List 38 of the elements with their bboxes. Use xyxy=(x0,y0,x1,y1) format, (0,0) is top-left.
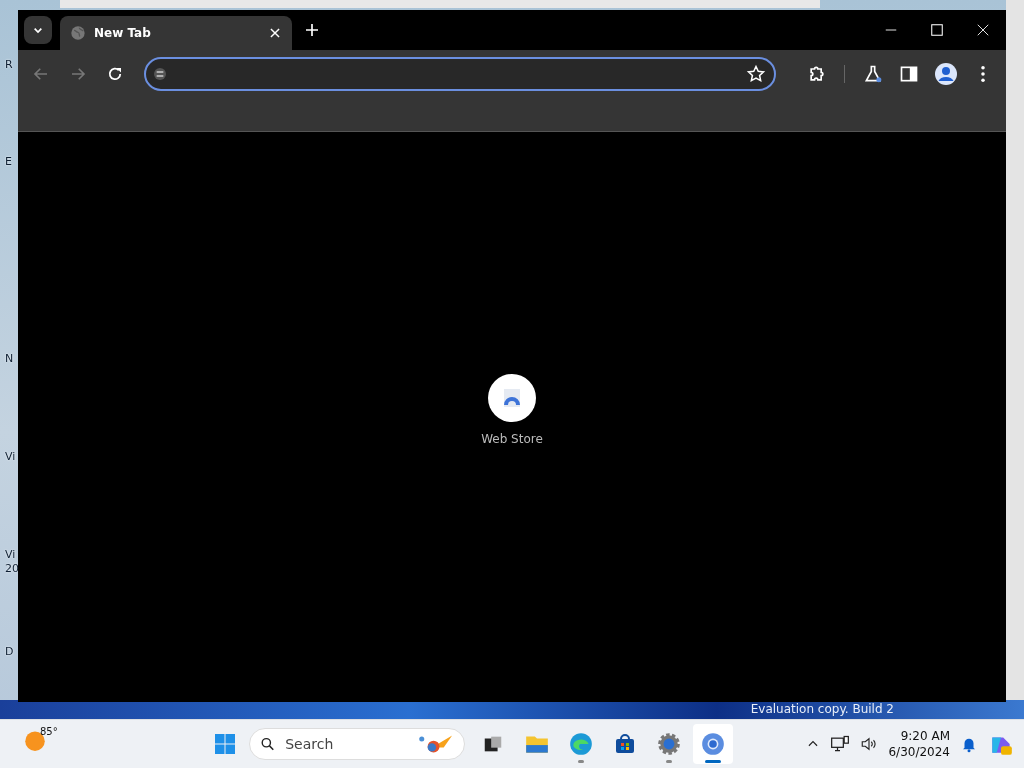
more-icon xyxy=(980,66,985,82)
maximize-icon xyxy=(930,23,944,37)
site-info-icon[interactable] xyxy=(152,66,169,82)
search-icon xyxy=(260,735,276,753)
plus-icon xyxy=(304,22,320,38)
desktop-icon-label: R xyxy=(5,58,14,71)
browser-icon[interactable] xyxy=(700,731,726,757)
avatar-icon xyxy=(933,62,958,86)
volume-icon[interactable] xyxy=(860,735,879,753)
desktop-icon-label: D xyxy=(5,645,15,658)
desktop-icon-label: Vi xyxy=(5,450,17,463)
clock-date[interactable]: 6/30/2024 xyxy=(888,744,950,760)
clock-time[interactable]: 9:20 AM xyxy=(900,728,950,744)
tab-search-button[interactable] xyxy=(24,16,52,44)
browser-tab[interactable]: New Tab xyxy=(60,16,292,50)
desktop-icon-label: N xyxy=(5,352,15,365)
forward-arrow-icon xyxy=(69,65,88,83)
side-panel-icon xyxy=(899,64,920,84)
edge-icon[interactable] xyxy=(568,731,594,757)
star-icon[interactable] xyxy=(746,64,767,84)
flask-icon xyxy=(862,64,883,84)
close-icon[interactable] xyxy=(268,26,282,40)
shortcut-label: Web Store xyxy=(481,432,543,446)
temperature: 85° xyxy=(40,726,58,737)
windows-icon xyxy=(213,732,237,756)
store-icon[interactable] xyxy=(613,732,637,756)
shortcut-tile[interactable] xyxy=(488,374,536,422)
close-icon xyxy=(976,23,990,37)
network-icon[interactable] xyxy=(830,734,851,754)
globe-icon xyxy=(70,25,86,41)
desktop-icon-label: E xyxy=(5,155,13,168)
search-bar[interactable]: Search xyxy=(249,728,465,760)
search-field[interactable]: Search xyxy=(283,735,408,753)
desktop-icon-label: Vi xyxy=(5,548,17,561)
settings-icon[interactable] xyxy=(656,731,682,757)
address-bar[interactable] xyxy=(144,57,777,91)
desktop-icon-label: 20 xyxy=(5,562,17,575)
watermark-text: Evaluation copy. Build 2 xyxy=(750,702,894,716)
